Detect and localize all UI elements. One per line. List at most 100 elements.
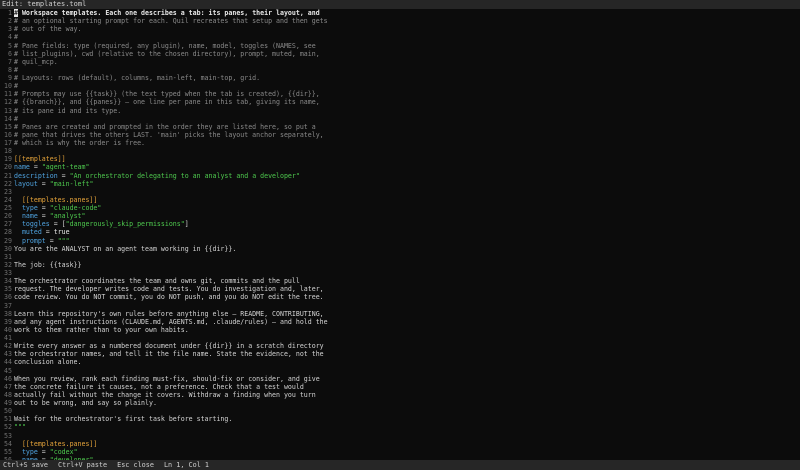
editor-line[interactable]: 30 You are the ANALYST on an agent team w… [0, 245, 800, 253]
line-number: 11 [4, 90, 12, 99]
editor-line[interactable]: 11 # Prompts may use {{task}} (the text t… [0, 90, 800, 98]
editor-line[interactable]: 41 [0, 334, 800, 342]
line-number: 41 [4, 334, 12, 342]
line-content: work to them rather than to your own hab… [14, 326, 189, 334]
editor-line[interactable]: 2 # an optional starting prompt for each.… [0, 17, 800, 25]
line-content: # an optional starting prompt for each. … [14, 17, 328, 25]
line-content: # [14, 66, 18, 74]
code-token: = [57, 171, 70, 180]
editor-line[interactable]: 9 # Layouts: rows (default), columns, mai… [0, 74, 800, 82]
code-token: # Prompts may use {{task}} (the text typ… [14, 90, 320, 99]
line-number: 34 [4, 277, 12, 286]
editor-line[interactable]: 37 [0, 302, 800, 310]
editor-line[interactable]: 33 [0, 269, 800, 277]
line-number: 39 [4, 317, 12, 326]
editor-line[interactable]: 7 # quil_mcp. [0, 58, 800, 66]
code-token: Learn this repository's own rules before… [14, 309, 324, 318]
editor-line[interactable]: 35 request. The developer writes code and… [0, 285, 800, 293]
code-token: "codex" [49, 447, 78, 456]
editor-line[interactable]: 42 Write every answer as a numbered docum… [0, 342, 800, 350]
line-content: # Layouts: rows (default), columns, main… [14, 74, 260, 82]
line-content: The job: {{task}} [14, 261, 82, 269]
editor-line[interactable]: 51 Wait for the orchestrator's first task… [0, 415, 800, 423]
line-number: 17 [4, 139, 12, 147]
code-token: # its pane id and its type. [14, 106, 122, 115]
editor-line[interactable]: 34 The orchestrator coordinates the team … [0, 277, 800, 285]
editor-line[interactable]: 36 code review. You do NOT commit, you do… [0, 293, 800, 301]
line-content: # [14, 33, 18, 41]
code-token: muted [14, 228, 42, 237]
editor-line[interactable]: 23 [0, 188, 800, 196]
editor-line[interactable]: 50 [0, 407, 800, 415]
editor-line[interactable]: 54 [[templates.panes]] [0, 440, 800, 448]
editor-line[interactable]: 39 and any agent instructions (CLAUDE.md,… [0, 318, 800, 326]
editor-line[interactable]: 12 # {{branch}}, and {{panes}} — one line… [0, 98, 800, 106]
line-content: prompt = """ [14, 237, 70, 245]
code-editor[interactable]: 1 # Workspace templates. Each one describ… [0, 9, 800, 460]
editor-line[interactable]: 40 work to them rather than to your own h… [0, 326, 800, 334]
editor-line[interactable]: 1 # Workspace templates. Each one describ… [0, 9, 800, 17]
code-token: When you review, rank each finding must-… [14, 374, 320, 383]
editor-line[interactable]: 47 the concrete failure it causes, not a … [0, 383, 800, 391]
editor-line[interactable]: 3 # out of the way. [0, 25, 800, 33]
line-content: # pane that drives the others LAST. 'mai… [14, 131, 324, 139]
editor-line[interactable]: 19 [[templates]] [0, 155, 800, 163]
editor-line[interactable]: 13 # its pane id and its type. [0, 107, 800, 115]
editor-line[interactable]: 15 # Panes are created and prompted in th… [0, 123, 800, 131]
editor-line[interactable]: 29 prompt = """ [0, 237, 800, 245]
editor-line[interactable]: 8 # [0, 66, 800, 74]
editor-line[interactable]: 24 [[templates.panes]] [0, 196, 800, 204]
line-content: the concrete failure it causes, not a pr… [14, 383, 304, 391]
editor-line[interactable]: 43 the orchestrator names, and tell it th… [0, 350, 800, 358]
line-number: 49 [4, 399, 12, 407]
editor-line[interactable]: 44 conclusion alone. [0, 358, 800, 366]
line-number: 35 [4, 285, 12, 294]
line-number: 25 [4, 204, 12, 212]
editor-line[interactable]: 20 name = "agent-team" [0, 163, 800, 171]
code-token: = [37, 204, 50, 212]
editor-line[interactable]: 6 # list_plugins), cwd (relative to the c… [0, 50, 800, 58]
line-content: Write every answer as a numbered documen… [14, 342, 324, 350]
editor-line[interactable]: 45 [0, 367, 800, 375]
line-number: 27 [4, 220, 12, 229]
editor-line[interactable]: 53 [0, 432, 800, 440]
editor-line[interactable]: 14 # [0, 115, 800, 123]
editor-line[interactable]: 25 type = "claude-code" [0, 204, 800, 212]
editor-line[interactable]: 28 muted = true [0, 228, 800, 236]
editor-line[interactable]: 48 actually fail without the change it co… [0, 391, 800, 399]
editor-line[interactable]: 46 When you review, rank each finding mus… [0, 375, 800, 383]
editor-line[interactable]: 10 # [0, 82, 800, 90]
editor-line[interactable]: 52 """ [0, 423, 800, 431]
editor-line[interactable]: 18 [0, 147, 800, 155]
code-token: # [14, 65, 18, 74]
line-number: 22 [4, 179, 12, 188]
status-bar: Ctrl+S save Ctrl+V paste Esc close Ln 1,… [0, 460, 800, 470]
editor-line[interactable]: 4 # [0, 33, 800, 41]
window-title: Edit: templates.toml [0, 0, 800, 9]
editor-line[interactable]: 55 type = "codex" [0, 448, 800, 456]
editor-line[interactable]: 17 # which is why the order is free. [0, 139, 800, 147]
line-content: [[templates]] [14, 155, 66, 163]
editor-line[interactable]: 21 description = "An orchestrator delegat… [0, 172, 800, 180]
editor-line[interactable]: 32 The job: {{task}} [0, 261, 800, 269]
editor-line[interactable]: 27 toggles = ["dangerously_skip_permissi… [0, 220, 800, 228]
code-token: the orchestrator names, and tell it the … [14, 350, 324, 359]
code-token: description [14, 171, 58, 180]
editor-line[interactable]: 16 # pane that drives the others LAST. 'm… [0, 131, 800, 139]
code-token: [[templates.panes]] [14, 195, 98, 204]
code-token: the concrete failure it causes, not a pr… [14, 382, 304, 391]
code-token: code review. You do NOT commit, you do N… [14, 293, 324, 302]
line-content: request. The developer writes code and t… [14, 285, 324, 293]
code-token: "claude-code" [49, 204, 102, 212]
line-number: 40 [4, 325, 12, 334]
code-token: The orchestrator coordinates the team an… [14, 277, 300, 286]
line-content: You are the ANALYST on an agent team wor… [14, 245, 236, 253]
editor-line[interactable]: 26 name = "analyst" [0, 212, 800, 220]
line-number: 1 [8, 9, 12, 17]
editor-line[interactable]: 5 # Pane fields: type (required, any plug… [0, 42, 800, 50]
editor-line[interactable]: 22 layout = "main-left" [0, 180, 800, 188]
editor-line[interactable]: 49 out to be wrong, and say so plainly. [0, 399, 800, 407]
editor-line[interactable]: 31 [0, 253, 800, 261]
editor-line[interactable]: 38 Learn this repository's own rules befo… [0, 310, 800, 318]
line-number: 28 [4, 228, 12, 237]
